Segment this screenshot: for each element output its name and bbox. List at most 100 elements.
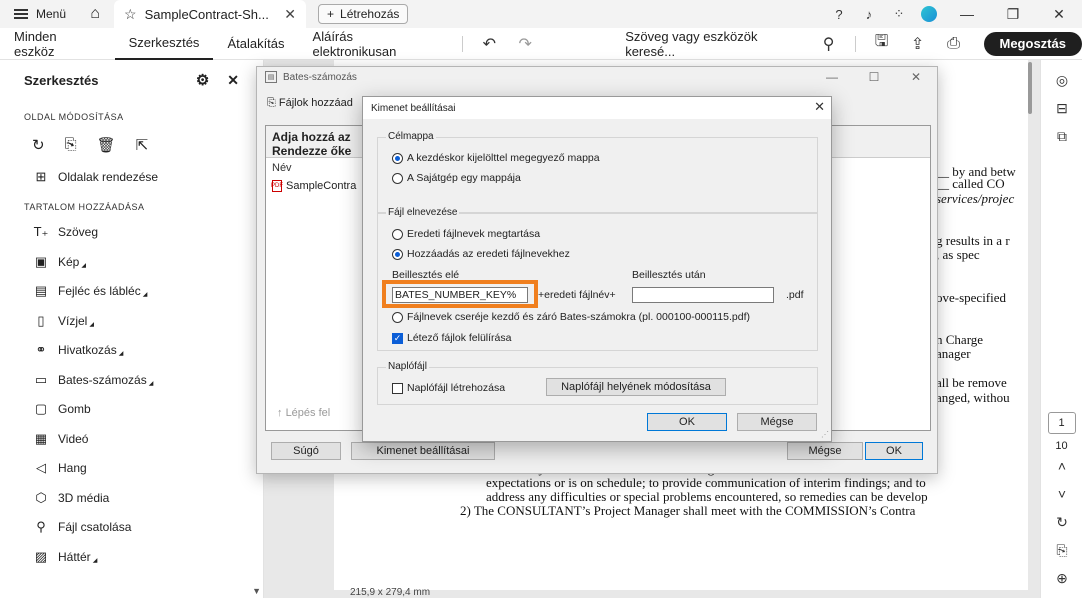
target-folder-group: Célmappa A kezdéskor kijelölttel megegye… <box>377 131 818 213</box>
move-up-button[interactable]: ↑ Lépés fel <box>277 407 330 419</box>
sidebar-item[interactable]: ▯ Vízjel ◢ <box>0 306 263 336</box>
rotate-icon[interactable]: ↻ <box>32 136 45 154</box>
document-scrollbar[interactable] <box>1028 62 1032 114</box>
add-to-names-radio[interactable]: Hozzáadás az eredeti fájlnevekhez <box>392 248 570 260</box>
zoom-in-icon[interactable]: ⊕ <box>1041 564 1082 592</box>
sidebar-item-label: Hivatkozás <box>58 343 117 358</box>
close-window-button[interactable]: ✕ <box>1036 0 1082 28</box>
output-settings-button[interactable]: Kimenet beállításai <box>351 442 495 460</box>
bates-minimize-button[interactable]: — <box>811 67 853 87</box>
replace-names-radio[interactable]: Fájlnevek cseréje kezdő és záró Bates-sz… <box>392 311 750 323</box>
create-button[interactable]: + Létrehozás <box>318 4 409 24</box>
home-icon[interactable]: ⌂ <box>80 0 110 28</box>
chevron-down-icon[interactable]: ˅ <box>1041 480 1082 508</box>
delete-page-icon[interactable]: 🗑 <box>97 136 116 154</box>
bates-ok-button[interactable]: OK <box>865 442 923 460</box>
redo-icon[interactable]: ↷ <box>507 28 543 60</box>
tab-convert[interactable]: Átalakítás <box>213 28 298 60</box>
sidebar-item-label: Bates-számozás <box>58 372 147 387</box>
menu-button[interactable]: Menü <box>0 0 80 28</box>
sidebar-item[interactable]: ▦ Videó <box>0 424 263 454</box>
apps-grid-icon[interactable]: ⁘ <box>884 0 914 28</box>
add-files-button[interactable]: ⎘ Fájlok hozzáad <box>267 97 353 110</box>
submenu-indicator-icon: ◢ <box>148 380 154 387</box>
save-icon[interactable]: 🖫 <box>864 28 900 60</box>
sidebar-item[interactable]: ⚲ Fájl csatolása <box>0 513 263 543</box>
section-page-modify: OLDAL MÓDOSÍTÁSA <box>24 112 124 122</box>
star-icon[interactable]: ☆ <box>124 6 137 23</box>
sidebar-item[interactable]: ▤ Fejléc és lábléc ◢ <box>0 277 263 307</box>
create-log-checkbox[interactable]: Naplófájl létrehozása <box>392 382 505 394</box>
zoom-out-icon[interactable]: ⊖ <box>1041 592 1082 598</box>
pages-icon[interactable]: ⧉ <box>1041 122 1082 150</box>
output-cancel-button[interactable]: Mégse <box>737 413 817 431</box>
arrange-pages-item[interactable]: ⊞ Oldalak rendezése <box>0 162 263 192</box>
bell-icon[interactable]: ♪ <box>854 0 884 28</box>
tab-all-tools[interactable]: Minden eszköz <box>0 28 115 60</box>
target-my-computer-radio[interactable]: A Sajátgép egy mappája <box>392 172 521 184</box>
insert-page-icon[interactable]: ⎘ <box>65 136 77 154</box>
help-icon[interactable]: ? <box>824 0 854 28</box>
search-icon[interactable]: ⚲ <box>811 28 847 60</box>
highlight-box <box>382 280 538 308</box>
sidebar-item[interactable]: ▨ Háttér ◢ <box>0 542 263 572</box>
log-location-button[interactable]: Naplófájl helyének módosítása <box>546 378 726 396</box>
sidebar-item-label: Kép <box>58 254 80 269</box>
bookmark-icon[interactable]: ⊟ <box>1041 94 1082 122</box>
sidebar-item[interactable]: ◁ Hang <box>0 454 263 484</box>
sidebar-item-label: Fájl csatolása <box>58 520 132 535</box>
sidebar-item[interactable]: ▣ Kép ◢ <box>0 247 263 277</box>
print-icon[interactable]: ⎙ <box>936 28 972 60</box>
insert-after-input[interactable] <box>632 287 774 303</box>
current-page-input[interactable]: 1 <box>1047 412 1076 434</box>
output-dialog-title: Kimenet beállításai <box>363 97 831 119</box>
undo-icon[interactable]: ↶ <box>471 28 507 60</box>
search-tools-label[interactable]: Szöveg vagy eszközök keresé... <box>625 29 810 59</box>
document-tab[interactable]: ☆ SampleContract-Sh... ✕ <box>114 0 307 28</box>
page-export-icon[interactable]: ⎘ <box>1041 536 1082 564</box>
bates-cancel-button[interactable]: Mégse <box>787 442 863 460</box>
log-file-label: Naplófájl <box>386 361 429 372</box>
close-tab-icon[interactable]: ✕ <box>284 6 296 23</box>
header-footer-icon: ▤ <box>34 283 48 299</box>
minimize-button[interactable]: — <box>944 0 990 28</box>
add-files-icon: ⎘ <box>267 97 276 109</box>
document-text-line: __ called CO <box>936 176 1005 191</box>
bates-close-button[interactable]: ✕ <box>895 67 937 87</box>
sidebar-item[interactable]: ▢ Gomb <box>0 395 263 425</box>
sidebar-item[interactable]: ⬡ 3D média <box>0 483 263 513</box>
main-toolbar: Minden eszköz Szerkesztés Átalakítás Alá… <box>0 28 1082 60</box>
refresh-icon[interactable]: ↻ <box>1041 508 1082 536</box>
output-close-icon[interactable]: ✕ <box>814 99 825 115</box>
tab-sign[interactable]: Aláírás elektronikusan <box>299 28 455 60</box>
resize-grip-icon[interactable]: ⋰ <box>821 430 829 439</box>
tab-edit[interactable]: Szerkesztés <box>114 28 214 60</box>
submenu-indicator-icon: ◢ <box>81 262 86 269</box>
sidebar-item-label: Szöveg <box>58 225 99 240</box>
target-same-folder-radio[interactable]: A kezdéskor kijelölttel megegyező mappa <box>392 152 600 164</box>
extract-page-icon[interactable]: ⇱ <box>136 136 149 154</box>
comment-icon[interactable]: ◎ <box>1041 66 1082 94</box>
output-ok-button[interactable]: OK <box>647 413 727 431</box>
maximize-button[interactable]: ❐ <box>990 0 1036 28</box>
help-button[interactable]: Súgó <box>271 442 341 460</box>
keep-names-radio[interactable]: Eredeti fájlnevek megtartása <box>392 228 540 240</box>
right-rail: ◎ ⊟ ⧉ 1 10 ˄ ˅ ↻ ⎘ ⊕ ⊖ <box>1040 60 1082 598</box>
add-to-names-label: Hozzáadás az eredeti fájlnevekhez <box>407 248 570 260</box>
share-button[interactable]: Megosztás <box>983 31 1082 56</box>
avatar[interactable] <box>914 0 944 28</box>
sidebar-item[interactable]: ⚭ Hivatkozás ◢ <box>0 336 263 366</box>
radio-unselected-icon <box>392 172 403 184</box>
sidebar-item[interactable]: T₊ Szöveg <box>0 218 263 248</box>
sidebar-item[interactable]: ▭ Bates-számozás ◢ <box>0 365 263 395</box>
gear-icon[interactable]: ⚙ <box>196 71 209 89</box>
scroll-down-icon[interactable]: ▼ <box>252 586 263 598</box>
chevron-up-icon[interactable]: ˄ <box>1041 452 1082 480</box>
overwrite-checkbox[interactable]: ✓ Létező fájlok felülírása <box>392 332 511 344</box>
upload-icon[interactable]: ⇪ <box>900 28 936 60</box>
bates-maximize-button[interactable]: ☐ <box>853 67 895 87</box>
close-panel-icon[interactable]: ✕ <box>227 72 239 89</box>
output-settings-dialog: Kimenet beállításai ✕ Célmappa A kezdésk… <box>362 96 832 442</box>
document-text-line: anged, withou <box>936 390 1010 405</box>
target-folder-label: Célmappa <box>386 131 436 142</box>
